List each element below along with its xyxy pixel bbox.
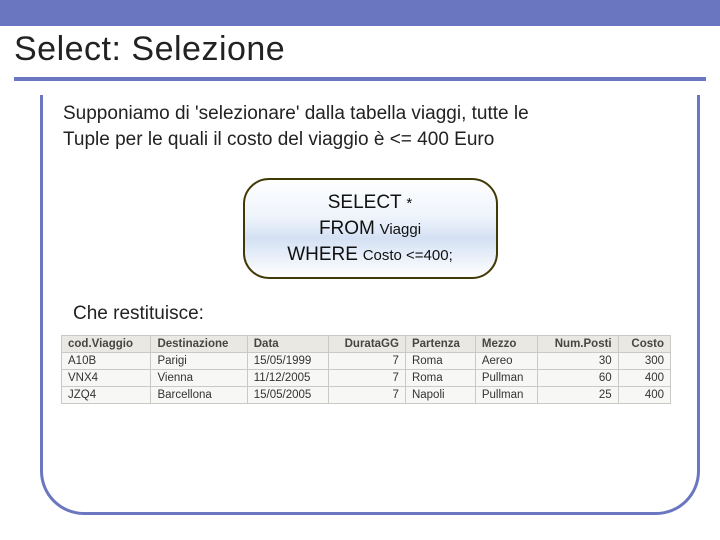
page-title: Select: Selezione bbox=[14, 30, 706, 69]
table-row: A10B Parigi 15/05/1999 7 Roma Aereo 30 3… bbox=[62, 353, 671, 370]
description-text: Supponiamo di 'selezionare' dalla tabell… bbox=[61, 95, 679, 152]
table-cell: Pullman bbox=[475, 387, 538, 404]
table-header: Destinazione bbox=[151, 336, 247, 353]
table-header: Data bbox=[247, 336, 328, 353]
table-cell: Roma bbox=[405, 370, 475, 387]
table-cell: 7 bbox=[328, 387, 405, 404]
table-header: Partenza bbox=[405, 336, 475, 353]
sql-from-keyword: FROM bbox=[319, 218, 375, 239]
table-cell: 11/12/2005 bbox=[247, 370, 328, 387]
table-cell: 30 bbox=[538, 353, 618, 370]
table-header: Num.Posti bbox=[538, 336, 618, 353]
table-cell: 15/05/2005 bbox=[247, 387, 328, 404]
table-cell: 400 bbox=[618, 370, 670, 387]
title-divider bbox=[14, 77, 706, 81]
table-cell: VNX4 bbox=[62, 370, 151, 387]
table-cell: 15/05/1999 bbox=[247, 353, 328, 370]
header-band bbox=[0, 0, 720, 26]
table-header: Costo bbox=[618, 336, 670, 353]
table-cell: Pullman bbox=[475, 370, 538, 387]
content-frame: Supponiamo di 'selezionare' dalla tabell… bbox=[40, 95, 700, 515]
table-cell: Vienna bbox=[151, 370, 247, 387]
table-cell: Napoli bbox=[405, 387, 475, 404]
table-row: JZQ4 Barcellona 15/05/2005 7 Napoli Pull… bbox=[62, 387, 671, 404]
sql-where-keyword: WHERE bbox=[287, 244, 358, 265]
returns-label: Che restituisce: bbox=[61, 297, 679, 335]
sql-from-arg: Viaggi bbox=[380, 221, 421, 238]
title-area: Select: Selezione bbox=[0, 26, 720, 77]
table-header: DurataGG bbox=[328, 336, 405, 353]
table-cell: 7 bbox=[328, 353, 405, 370]
table-cell: 7 bbox=[328, 370, 405, 387]
result-table: cod.Viaggio Destinazione Data DurataGG P… bbox=[61, 335, 671, 404]
sql-from-line: FROM Viaggi bbox=[253, 216, 488, 242]
table-cell: Aereo bbox=[475, 353, 538, 370]
result-table-wrap: cod.Viaggio Destinazione Data DurataGG P… bbox=[61, 335, 679, 404]
table-cell: 25 bbox=[538, 387, 618, 404]
table-cell: 400 bbox=[618, 387, 670, 404]
sql-select-line: SELECT * bbox=[253, 190, 488, 216]
table-cell: A10B bbox=[62, 353, 151, 370]
sql-select-arg: * bbox=[406, 195, 412, 212]
description-line2: Tuple per le quali il costo del viaggio … bbox=[63, 129, 494, 150]
sql-code-box: SELECT * FROM Viaggi WHERE Costo <=400; bbox=[243, 178, 498, 279]
table-header-row: cod.Viaggio Destinazione Data DurataGG P… bbox=[62, 336, 671, 353]
table-row: VNX4 Vienna 11/12/2005 7 Roma Pullman 60… bbox=[62, 370, 671, 387]
table-cell: Parigi bbox=[151, 353, 247, 370]
description-line1: Supponiamo di 'selezionare' dalla tabell… bbox=[63, 103, 529, 124]
sql-select-keyword: SELECT bbox=[328, 192, 402, 213]
sql-where-arg: Costo <=400; bbox=[363, 247, 453, 264]
table-cell: Barcellona bbox=[151, 387, 247, 404]
sql-where-line: WHERE Costo <=400; bbox=[253, 242, 488, 268]
table-header: cod.Viaggio bbox=[62, 336, 151, 353]
table-header: Mezzo bbox=[475, 336, 538, 353]
table-cell: 300 bbox=[618, 353, 670, 370]
table-cell: JZQ4 bbox=[62, 387, 151, 404]
table-cell: 60 bbox=[538, 370, 618, 387]
table-cell: Roma bbox=[405, 353, 475, 370]
